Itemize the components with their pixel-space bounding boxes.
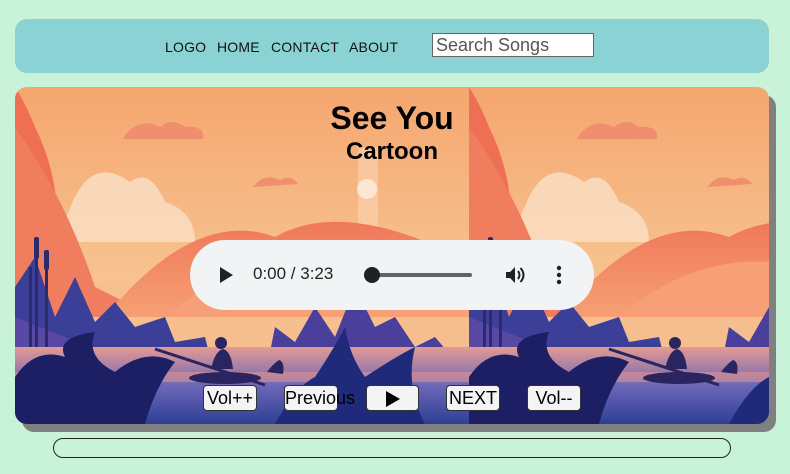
nav-home[interactable]: HOME xyxy=(217,39,260,55)
song-title: See You xyxy=(330,100,454,136)
play-button[interactable] xyxy=(366,385,419,411)
play-icon xyxy=(385,391,400,408)
seek-thumb[interactable] xyxy=(364,267,380,283)
play-icon[interactable] xyxy=(218,266,234,284)
more-options-icon[interactable] xyxy=(556,264,562,286)
nav-about[interactable]: ABOUT xyxy=(349,39,398,55)
previous-button[interactable]: Previous xyxy=(284,385,355,411)
nav-contact[interactable]: CONTACT xyxy=(271,39,339,55)
seek-track[interactable] xyxy=(372,273,472,277)
navbar: LOGO HOME CONTACT ABOUT xyxy=(15,19,769,73)
search-input[interactable] xyxy=(432,33,594,57)
audio-time: 0:00 / 3:23 xyxy=(253,264,334,283)
nav-logo[interactable]: LOGO xyxy=(165,39,206,55)
volume-down-button[interactable]: Vol-- xyxy=(527,385,581,411)
volume-up-button[interactable]: Vol++ xyxy=(203,385,257,411)
audio-player: 0:00 / 3:23 xyxy=(190,240,594,310)
volume-icon[interactable] xyxy=(504,264,526,286)
song-progress-bar[interactable] xyxy=(53,438,731,458)
song-artist: Cartoon xyxy=(346,138,438,165)
next-button[interactable]: NEXT xyxy=(446,385,500,411)
